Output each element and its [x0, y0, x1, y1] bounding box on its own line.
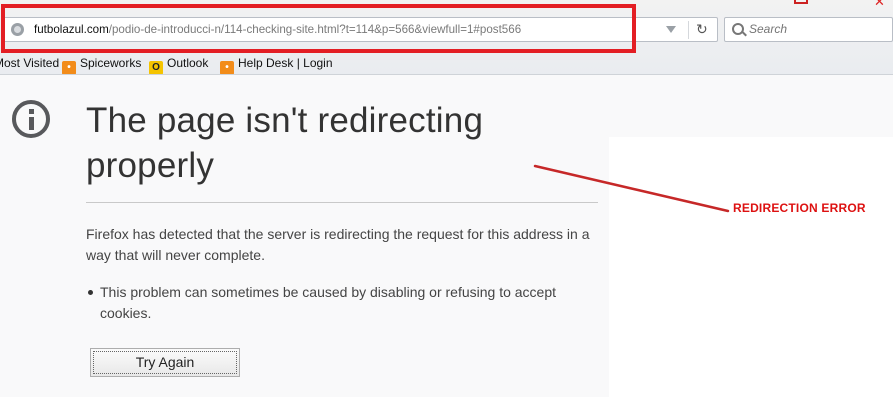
urlbar-divider	[688, 21, 689, 39]
bookmarks-toolbar: Most Visited • Spiceworks O Outlook • Help …	[0, 54, 893, 75]
helpdesk-icon: •	[220, 61, 234, 75]
search-icon[interactable]	[732, 23, 744, 35]
annotation-label: REDIRECTION ERROR	[733, 201, 866, 215]
spiceworks-icon: •	[62, 61, 76, 75]
search-input[interactable]	[749, 22, 879, 36]
close-icon[interactable]: ✕	[874, 0, 885, 10]
bookmark-spiceworks[interactable]: • Spiceworks	[62, 56, 141, 75]
reload-icon[interactable]: ↻	[696, 21, 708, 38]
annotation-mark	[794, 0, 808, 4]
search-bar[interactable]	[724, 17, 893, 42]
bookmark-label: Outlook	[167, 56, 209, 70]
bookmark-label: Spiceworks	[80, 56, 142, 70]
url-highlight-box	[1, 4, 636, 53]
annotation-arrow	[533, 164, 730, 213]
dropdown-icon[interactable]	[666, 26, 676, 33]
browser-chrome: futbolazul.com/podio-de-introducci-n/114…	[0, 0, 893, 76]
bookmark-most-visited[interactable]: Most Visited	[0, 56, 59, 70]
bookmark-help-desk[interactable]: • Help Desk | Login	[220, 56, 333, 75]
error-page: The page isn't redirecting properly Fire…	[0, 75, 893, 397]
bookmark-outlook[interactable]: O Outlook	[149, 56, 208, 75]
bookmark-label: Help Desk | Login	[238, 56, 333, 70]
bookmark-label: Most Visited	[0, 56, 60, 70]
outlook-icon: O	[149, 61, 163, 75]
